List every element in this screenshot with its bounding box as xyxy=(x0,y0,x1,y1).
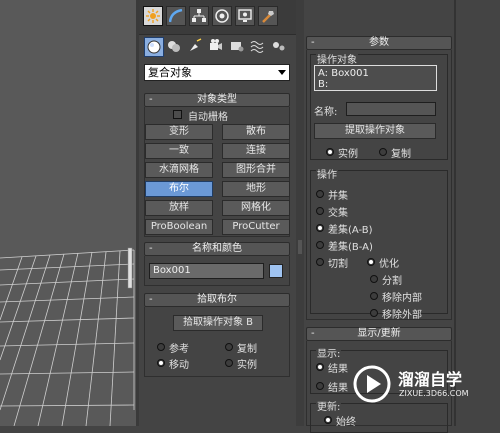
object-type-button-3[interactable]: 连接 xyxy=(222,143,290,159)
operation-label: 操作 xyxy=(316,166,338,181)
operation-radio-2[interactable] xyxy=(316,224,324,232)
operand-a-item[interactable]: A: Box001 xyxy=(318,68,433,79)
object-name-field[interactable]: Box001 xyxy=(149,263,264,279)
chevron-down-icon xyxy=(278,70,286,75)
pick-mode-move-label: 移动 xyxy=(169,360,189,371)
display-icon[interactable] xyxy=(235,6,255,26)
pick-mode-reference-radio[interactable] xyxy=(157,343,165,351)
cut-mode-label-2: 移除内部 xyxy=(382,293,422,304)
create-icon[interactable] xyxy=(143,6,163,26)
object-type-rollout-header[interactable]: - 对象类型 xyxy=(144,93,290,107)
update-always-radio[interactable] xyxy=(324,416,332,424)
name-color-rollout-header[interactable]: - 名称和颜色 xyxy=(144,242,290,256)
operand-name-label: 名称: xyxy=(314,107,338,118)
pick-mode-move-radio[interactable] xyxy=(157,359,165,367)
pick-mode-reference-label: 参考 xyxy=(169,344,189,355)
pick-mode-copy-label: 复制 xyxy=(237,344,257,355)
systems-icon[interactable] xyxy=(270,37,290,57)
object-type-button-8[interactable]: 放样 xyxy=(145,200,213,216)
extract-copy-radio[interactable] xyxy=(379,148,387,156)
operation-label-0: 并集 xyxy=(328,191,348,202)
operation-radio-3[interactable] xyxy=(316,241,324,249)
operand-b-item[interactable]: B: xyxy=(318,79,433,90)
operands-label: 操作对象 xyxy=(316,51,358,66)
viewport[interactable] xyxy=(0,0,138,426)
operands-list[interactable]: A: Box001 B: xyxy=(314,65,437,91)
shapes-icon[interactable] xyxy=(165,37,185,57)
cut-mode-radio-2[interactable] xyxy=(370,292,378,300)
object-type-button-2[interactable]: 一致 xyxy=(145,143,213,159)
geometry-icon[interactable] xyxy=(144,37,164,57)
motion-icon[interactable] xyxy=(212,6,232,26)
pick-boolean-rollout-header[interactable]: - 拾取布尔 xyxy=(144,293,290,307)
watermark: 溜溜自学 ZIXUE.3D66.COM xyxy=(352,360,472,416)
pick-mode-copy-radio[interactable] xyxy=(225,343,233,351)
object-type-title: 对象类型 xyxy=(197,94,237,105)
watermark-title: 溜溜自学 xyxy=(398,370,463,389)
operation-label-2: 差集(A-B) xyxy=(328,225,373,236)
operation-radio-0[interactable] xyxy=(316,190,324,198)
display-result-radio[interactable] xyxy=(316,363,324,371)
pick-operand-b-button[interactable]: 拾取操作对象 B xyxy=(173,315,263,331)
object-type-button-6[interactable]: 布尔 xyxy=(145,181,213,197)
spacewarps-icon[interactable] xyxy=(249,37,269,57)
display-result-label: 结果 xyxy=(328,364,348,375)
grid-plane xyxy=(0,247,135,426)
operation-label-1: 交集 xyxy=(328,208,348,219)
display-result-alt-radio[interactable] xyxy=(316,382,324,390)
extract-instance-radio[interactable] xyxy=(326,148,334,156)
parameters-title: 参数 xyxy=(369,37,389,48)
cut-mode-radio-0[interactable] xyxy=(367,258,375,266)
extract-operand-button[interactable]: 提取操作对象 xyxy=(314,123,436,139)
utilities-icon[interactable] xyxy=(258,6,278,26)
operation-radio-4[interactable] xyxy=(316,258,324,266)
object-type-button-1[interactable]: 散布 xyxy=(222,124,290,140)
object-type-button-0[interactable]: 变形 xyxy=(145,124,213,140)
cut-mode-label-3: 移除外部 xyxy=(382,310,422,321)
command-panel: 复合对象 - 对象类型 自动栅格 变形 散布 一致 连接 水滴网格 图形合并 布尔 地形 放样 网格… xyxy=(139,0,296,426)
extract-copy-label: 复制 xyxy=(391,149,411,160)
panel-splitter[interactable] xyxy=(296,0,304,426)
operand-name-field[interactable] xyxy=(346,102,436,116)
object-type-button-7[interactable]: 地形 xyxy=(222,181,290,197)
lights-icon[interactable] xyxy=(186,37,206,57)
operation-radio-1[interactable] xyxy=(316,207,324,215)
display-update-rollout-header[interactable]: - 显示/更新 xyxy=(306,327,452,341)
command-tabs xyxy=(139,0,296,35)
object-type-button-9[interactable]: 网格化 xyxy=(222,200,290,216)
cameras-icon[interactable] xyxy=(207,37,227,57)
display-update-title: 显示/更新 xyxy=(357,328,401,339)
extract-instance-label: 实例 xyxy=(338,149,358,160)
hierarchy-icon[interactable] xyxy=(189,6,209,26)
operation-label-4: 切割 xyxy=(328,259,348,270)
pick-mode-instance-radio[interactable] xyxy=(225,359,233,367)
display-result-alt-label: 结果 xyxy=(328,383,348,394)
category-dropdown[interactable]: 复合对象 xyxy=(144,64,290,81)
object-type-button-10[interactable]: ProBoolean xyxy=(145,219,213,235)
object-type-button-5[interactable]: 图形合并 xyxy=(222,162,290,178)
object-type-button-4[interactable]: 水滴网格 xyxy=(145,162,213,178)
modify-icon[interactable] xyxy=(166,6,186,26)
watermark-url: ZIXUE.3D66.COM xyxy=(399,389,469,398)
object-type-button-11[interactable]: ProCutter xyxy=(222,219,290,235)
parameters-rollout-header[interactable]: - 参数 xyxy=(306,36,452,50)
pick-boolean-title: 拾取布尔 xyxy=(197,294,237,305)
object-name-value: Box001 xyxy=(153,265,191,276)
autogrid-label: 自动栅格 xyxy=(188,112,228,123)
cut-mode-label-0: 优化 xyxy=(379,259,399,270)
watermark-logo-icon xyxy=(353,365,391,403)
category-dropdown-value: 复合对象 xyxy=(148,66,192,79)
helpers-icon[interactable] xyxy=(228,37,248,57)
name-color-title: 名称和颜色 xyxy=(192,243,242,254)
operation-label-3: 差集(B-A) xyxy=(328,242,373,253)
pick-mode-instance-label: 实例 xyxy=(237,360,257,371)
cut-mode-label-1: 分割 xyxy=(382,276,402,287)
update-label: 更新: xyxy=(316,398,342,413)
object-color-swatch[interactable] xyxy=(269,264,283,278)
cut-mode-radio-3[interactable] xyxy=(370,309,378,317)
category-icons xyxy=(139,37,296,59)
autogrid-checkbox[interactable] xyxy=(173,110,182,119)
cut-mode-radio-1[interactable] xyxy=(370,275,378,283)
display-label: 显示: xyxy=(316,345,342,360)
